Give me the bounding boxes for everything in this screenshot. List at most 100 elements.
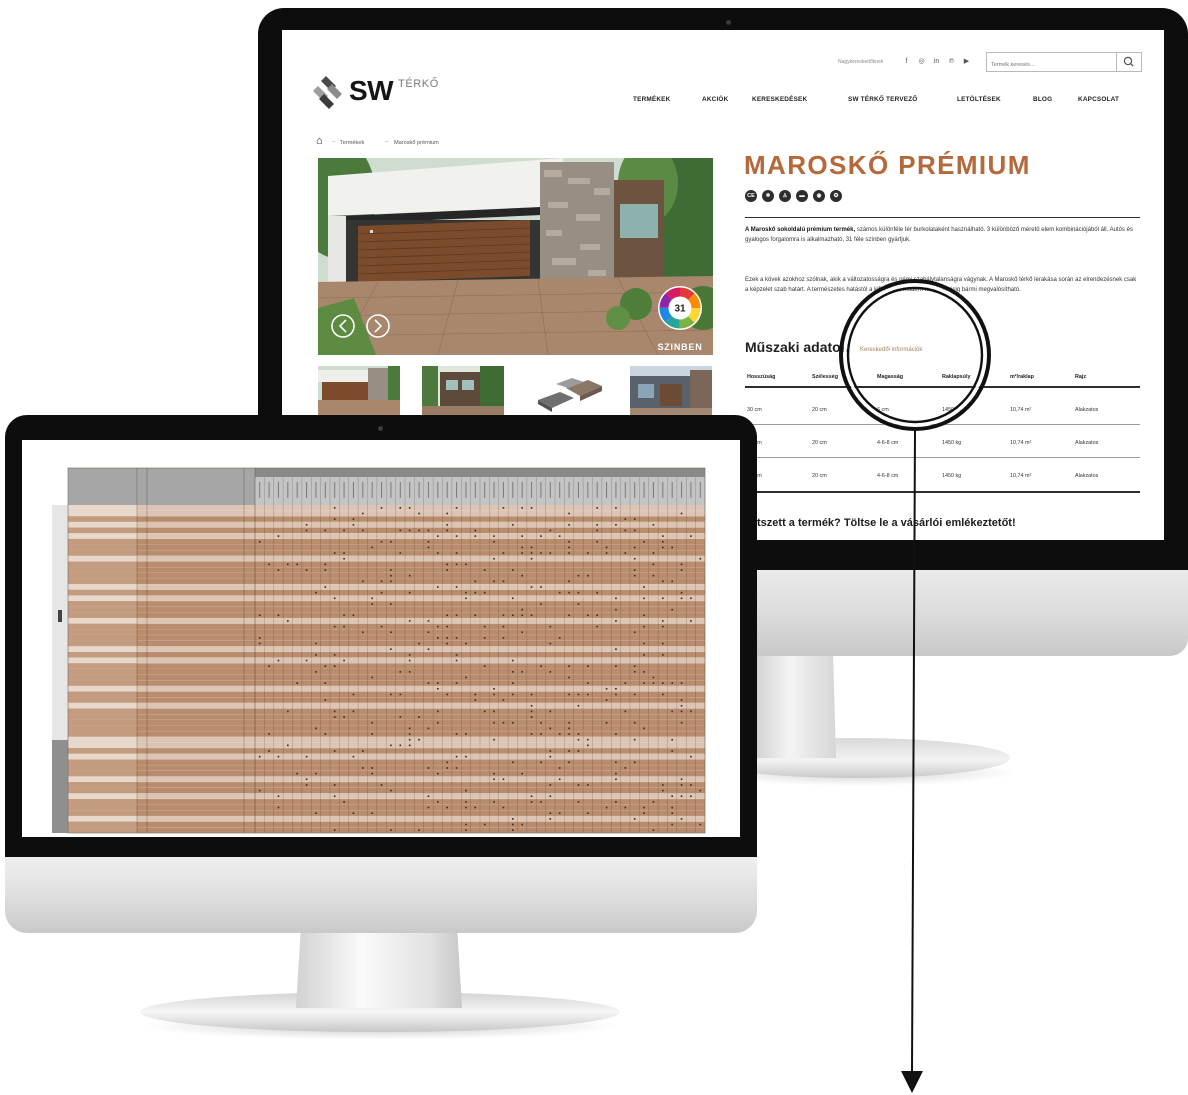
sheet-row-name-cell — [68, 799, 137, 805]
nav-item-contact[interactable]: KAPCSOLAT — [1078, 96, 1119, 103]
sheet-mark — [502, 721, 505, 724]
sheet-mark — [633, 574, 636, 577]
thumbnail-1[interactable] — [318, 366, 400, 416]
sheet-mark — [418, 716, 420, 718]
sheet-mark — [643, 586, 645, 588]
nav-item-products[interactable]: TERMÉKEK — [633, 96, 670, 103]
sheet-mark — [680, 682, 683, 684]
sheet-mark — [455, 682, 458, 684]
sheet-mark — [380, 784, 383, 786]
sheet-mark — [662, 784, 664, 786]
search-field[interactable] — [986, 52, 1117, 73]
page: Nagykereskedőknek f ◎ in ℗ ▶ Termék kere… — [0, 0, 1188, 1095]
facebook-icon[interactable]: f — [901, 56, 912, 67]
sheet-mark — [615, 597, 617, 600]
linkedin-icon[interactable]: in — [931, 56, 942, 67]
reminder-cta[interactable]: Tetszett a termék? Töltse le a vásárlói … — [745, 517, 1016, 529]
sheet-mark — [343, 716, 345, 718]
table-header-length: Hosszúság — [747, 374, 776, 380]
sheet-header-label — [624, 482, 626, 498]
sheet-mark — [502, 699, 505, 701]
sheet-mark — [399, 529, 402, 532]
sheet-mark — [305, 659, 308, 662]
sheet-mark — [680, 591, 683, 594]
breadcrumb-separator: – — [385, 139, 389, 145]
sheet-mark — [671, 608, 673, 611]
sheet-mark — [408, 671, 411, 673]
sheet-mark — [568, 540, 570, 543]
sheet-group-label — [58, 610, 62, 622]
sheet-mark — [408, 529, 411, 532]
search-input[interactable] — [991, 57, 1109, 73]
sheet-mark — [633, 557, 636, 560]
sheet-mark — [493, 687, 495, 690]
sheet-mark — [530, 733, 533, 735]
sheet-mark — [662, 682, 664, 684]
sheet-mark — [277, 535, 280, 537]
sheet-mark — [512, 818, 514, 820]
sheet-mark — [558, 733, 561, 735]
sheet-mark — [540, 665, 542, 667]
sheet-mark — [671, 682, 673, 684]
sheet-mark — [437, 586, 439, 588]
logo-name[interactable]: TÉRKŐ — [398, 78, 439, 90]
sheet-row-name-cell — [68, 697, 137, 703]
logo-icon[interactable] — [312, 74, 348, 112]
sheet-mark — [474, 535, 477, 537]
nav-item-sales[interactable]: AKCIÓK — [702, 96, 728, 103]
sheet-header-left — [68, 468, 255, 505]
sheet-header-label — [577, 482, 579, 498]
product-hero-image[interactable]: 31 SZINBEN — [318, 158, 713, 355]
thumbnail-3[interactable] — [526, 366, 608, 416]
sheet-mark — [596, 591, 598, 594]
sheet-mark — [465, 563, 467, 566]
home-icon[interactable]: ⌂ — [316, 135, 323, 147]
breadcrumb-current: Maroskő prémium — [394, 140, 439, 146]
sheet-mark — [690, 784, 692, 786]
sheet-mark — [662, 654, 664, 656]
nav-item-planner[interactable]: SW TÉRKŐ TERVEZŐ — [848, 96, 917, 103]
sheet-row-name-cell — [68, 589, 137, 596]
instagram-icon[interactable]: ◎ — [916, 56, 927, 67]
thumbnail-4[interactable] — [630, 366, 712, 416]
youtube-icon[interactable]: ▶ — [961, 56, 972, 67]
nav-item-downloads[interactable]: LETÖLTÉSEK — [957, 96, 1001, 103]
sheet-mark — [408, 591, 411, 594]
sheet-mark — [390, 648, 392, 651]
logo-brand[interactable]: SW — [349, 75, 394, 107]
sheet-mark — [343, 557, 345, 560]
sheet-mark — [699, 789, 702, 792]
table-header-area: m²/raklap — [1010, 374, 1034, 380]
tab-technical-data[interactable]: Műszaki adatok — [745, 339, 848, 355]
sheet-header-label — [540, 482, 542, 498]
sheet-mark — [652, 801, 655, 803]
sheet-mark — [287, 620, 289, 622]
sheet-mark — [502, 580, 505, 583]
search-button[interactable] — [1116, 52, 1142, 72]
sheet-mark — [399, 552, 402, 554]
sheet-mark — [446, 637, 448, 639]
sheet-row-name-cell — [68, 782, 137, 788]
color-count-badge[interactable]: 31 — [658, 286, 702, 330]
nav-item-dealers[interactable]: KERESKEDÉSEK — [752, 96, 807, 103]
dealers-link[interactable]: Nagykereskedőknek — [838, 59, 883, 65]
breadcrumb-products[interactable]: Termékek — [340, 140, 364, 146]
sheet-mark — [437, 637, 439, 639]
sheet-mark — [371, 721, 373, 724]
sheet-mark — [568, 721, 570, 724]
sheet-mark — [455, 733, 458, 735]
tab-dealer-info[interactable]: Kereskedői információk — [860, 347, 922, 353]
sheet-mark — [512, 829, 514, 831]
sheet-mark — [540, 552, 542, 554]
table-header-height: Magasság — [877, 374, 904, 380]
sheet-mark — [483, 625, 486, 628]
table-cell: 10,74 m² — [1010, 407, 1032, 413]
pinterest-icon[interactable]: ℗ — [946, 56, 957, 67]
thumbnail-2[interactable] — [422, 366, 504, 416]
sheet-header-label — [606, 482, 608, 498]
sheet-row-name-cell — [68, 702, 137, 709]
nav-item-blog[interactable]: BLOG — [1033, 96, 1052, 103]
sheet-header-label — [531, 482, 533, 498]
table-header-line — [745, 386, 1140, 388]
sheet-mark — [633, 518, 636, 520]
